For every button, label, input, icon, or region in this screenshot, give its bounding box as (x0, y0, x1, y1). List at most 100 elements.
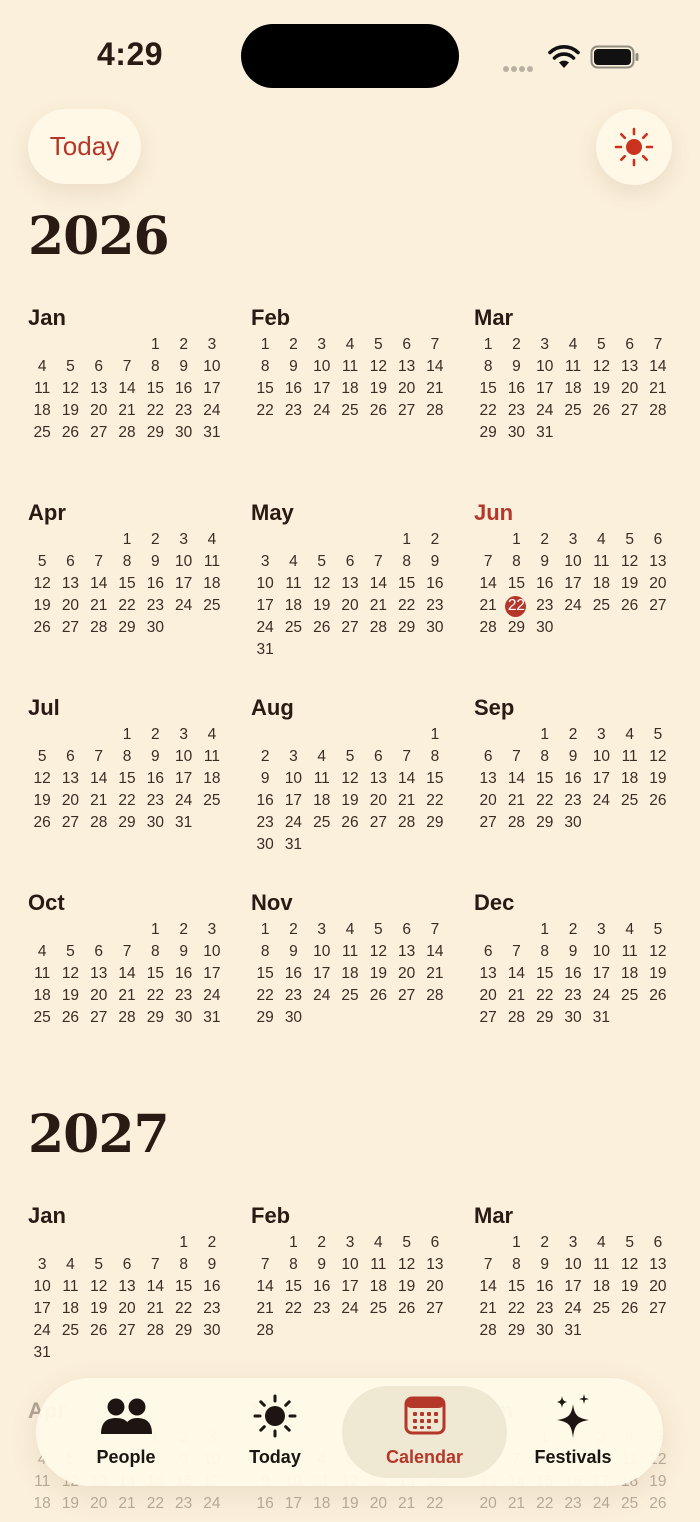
day-cell[interactable]: 4 (587, 529, 615, 551)
day-cell[interactable]: 31 (531, 422, 559, 444)
day-cell[interactable]: 11 (336, 356, 364, 378)
day-cell[interactable]: 25 (198, 595, 226, 617)
day-cell[interactable]: 17 (198, 378, 226, 400)
day-cell[interactable]: 6 (56, 551, 84, 573)
day-cell[interactable]: 15 (531, 768, 559, 790)
day-cell[interactable]: 27 (85, 422, 113, 444)
day-cell[interactable]: 23 (559, 790, 587, 812)
day-cell[interactable]: 2 (251, 746, 279, 768)
day-cell[interactable]: 18 (279, 595, 307, 617)
day-cell[interactable]: 10 (559, 551, 587, 573)
day-cell[interactable]: 12 (587, 356, 615, 378)
day-cell[interactable]: 3 (28, 1254, 56, 1276)
day-cell[interactable]: 12 (364, 356, 392, 378)
day-cell[interactable]: 4 (28, 356, 56, 378)
day-cell[interactable]: 8 (141, 941, 169, 963)
day-cell[interactable]: 13 (474, 963, 502, 985)
day-cell[interactable]: 28 (502, 1007, 530, 1029)
day-cell[interactable]: 26 (364, 400, 392, 422)
day-cell[interactable]: 22 (141, 1493, 169, 1515)
day-cell[interactable]: 2 (279, 919, 307, 941)
day-cell[interactable]: 3 (587, 919, 615, 941)
day-cell[interactable]: 27 (421, 1298, 449, 1320)
day-cell[interactable]: 8 (502, 1254, 530, 1276)
tab-today[interactable]: Today (200, 1378, 350, 1486)
month-apr-2026[interactable]: Apr 1 2 3 4 5 6 7 8 9 10 11 12 13 14 15 16 17 18 19 20 21 22 23… (28, 500, 224, 639)
month-jul-2026[interactable]: Jul 1 2 3 4 5 6 7 8 9 10 11 12 13 14 15 16 17 18 19 20 21 22 23… (28, 695, 224, 834)
day-cell[interactable]: 7 (85, 551, 113, 573)
day-cell[interactable]: 11 (198, 746, 226, 768)
day-cell[interactable]: 1 (531, 919, 559, 941)
day-cell[interactable]: 4 (615, 919, 643, 941)
day-cell[interactable]: 15 (502, 573, 530, 595)
day-cell[interactable]: 28 (502, 812, 530, 834)
day-cell[interactable]: 24 (587, 1493, 615, 1515)
day-cell[interactable]: 24 (251, 617, 279, 639)
day-cell[interactable]: 15 (113, 768, 141, 790)
day-cell[interactable]: 23 (559, 985, 587, 1007)
day-cell[interactable]: 16 (198, 1276, 226, 1298)
day-cell[interactable]: 13 (336, 573, 364, 595)
day-cell[interactable]: 29 (502, 617, 530, 639)
day-cell[interactable]: 1 (141, 919, 169, 941)
day-cell[interactable]: 1 (251, 919, 279, 941)
day-cell[interactable]: 29 (421, 812, 449, 834)
day-cell[interactable]: 19 (615, 1276, 643, 1298)
day-cell[interactable]: 24 (308, 985, 336, 1007)
day-cell[interactable]: 10 (308, 356, 336, 378)
day-cell[interactable]: 21 (392, 1493, 420, 1515)
day-cell[interactable]: 20 (615, 378, 643, 400)
day-cell[interactable]: 8 (251, 356, 279, 378)
day-cell[interactable]: 30 (531, 617, 559, 639)
day-cell[interactable]: 7 (141, 1254, 169, 1276)
day-cell[interactable]: 18 (28, 985, 56, 1007)
day-cell[interactable]: 14 (474, 1276, 502, 1298)
day-cell[interactable]: 11 (559, 356, 587, 378)
day-cell[interactable]: 26 (56, 422, 84, 444)
day-cell[interactable]: 8 (531, 746, 559, 768)
day-cell[interactable]: 19 (85, 1298, 113, 1320)
day-cell[interactable]: 29 (474, 422, 502, 444)
day-cell[interactable]: 7 (644, 334, 672, 356)
day-cell[interactable]: 29 (531, 1007, 559, 1029)
day-cell[interactable]: 9 (531, 551, 559, 573)
day-cell[interactable]: 1 (113, 529, 141, 551)
day-cell[interactable]: 21 (474, 1298, 502, 1320)
day-cell[interactable]: 15 (421, 768, 449, 790)
day-cell[interactable]: 1 (392, 529, 420, 551)
day-cell[interactable]: 24 (279, 812, 307, 834)
day-cell[interactable]: 17 (169, 768, 197, 790)
day-cell[interactable]: 17 (587, 963, 615, 985)
day-cell[interactable]: 11 (28, 378, 56, 400)
day-cell[interactable]: 3 (279, 746, 307, 768)
day-cell[interactable]: 22 (279, 1298, 307, 1320)
day-cell[interactable]: 14 (392, 768, 420, 790)
day-cell[interactable]: 19 (587, 378, 615, 400)
day-cell[interactable]: 5 (336, 746, 364, 768)
day-cell[interactable]: 28 (644, 400, 672, 422)
day-cell[interactable]: 21 (421, 378, 449, 400)
month-dec-2026[interactable]: Dec 1 2 3 4 5 6 7 8 9 10 11 12 13 14 15 16 17 18 19 20 21 22 23… (474, 890, 670, 1029)
day-cell[interactable]: 3 (559, 1232, 587, 1254)
day-cell[interactable]: 25 (615, 985, 643, 1007)
day-cell[interactable]: 12 (28, 768, 56, 790)
day-cell[interactable]: 29 (169, 1320, 197, 1342)
day-cell[interactable]: 11 (28, 963, 56, 985)
day-cell[interactable]: 17 (336, 1276, 364, 1298)
day-cell[interactable]: 4 (198, 529, 226, 551)
day-cell[interactable]: 1 (421, 724, 449, 746)
day-cell[interactable]: 15 (392, 573, 420, 595)
day-cell[interactable]: 13 (85, 378, 113, 400)
month-jun-2026[interactable]: Jun 1 2 3 4 5 6 7 8 9 10 11 12 13 14 15 16 17 18 19 20 21 22 23… (474, 500, 670, 639)
day-cell[interactable]: 25 (28, 1007, 56, 1029)
day-cell[interactable]: 17 (531, 378, 559, 400)
day-cell[interactable]: 19 (644, 963, 672, 985)
day-cell[interactable]: 11 (364, 1254, 392, 1276)
day-cell[interactable]: 22 (251, 400, 279, 422)
day-cell[interactable]: 21 (644, 378, 672, 400)
day-cell[interactable]: 31 (559, 1320, 587, 1342)
day-cell[interactable]: 3 (169, 529, 197, 551)
day-cell[interactable]: 7 (113, 941, 141, 963)
day-cell[interactable]: 19 (364, 378, 392, 400)
day-cell[interactable]: 26 (644, 790, 672, 812)
